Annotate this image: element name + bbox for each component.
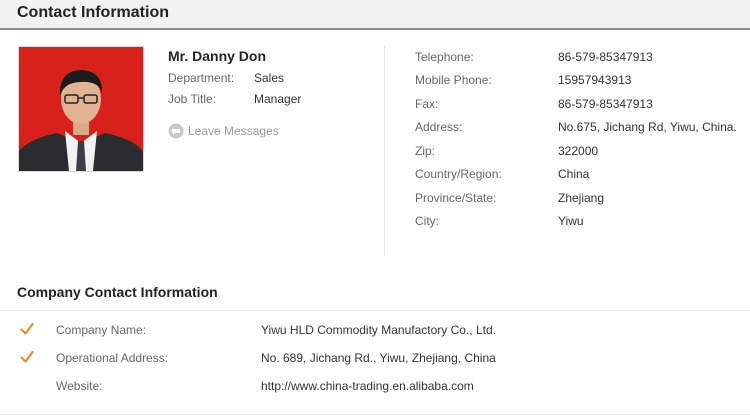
province-state-label: Province/State: — [415, 191, 497, 205]
address-value: No.675, Jichang Rd, Yiwu, China. — [558, 120, 737, 134]
job-title-label: Job Title: — [168, 92, 217, 106]
verified-check-icon — [20, 322, 34, 336]
zip-label: Zip: — [415, 144, 436, 158]
mobile-phone-label: Mobile Phone: — [415, 73, 492, 87]
country-region-label: Country/Region: — [415, 167, 502, 181]
mobile-phone-value: 15957943913 — [558, 73, 632, 87]
country-region-value: China — [558, 167, 590, 181]
column-divider — [384, 46, 385, 256]
message-bubble-icon — [168, 123, 184, 139]
zip-value: 322000 — [558, 144, 599, 158]
leave-messages-label: Leave Messages — [188, 124, 279, 138]
contact-photo — [18, 46, 144, 172]
company-name-value: Yiwu HLD Commodity Manufactory Co., Ltd. — [261, 323, 496, 337]
person-photo-icon — [19, 47, 143, 171]
city-label: City: — [415, 214, 439, 228]
telephone-value: 86-579-85347913 — [558, 50, 653, 64]
job-title-value: Manager — [254, 92, 302, 106]
city-value: Yiwu — [558, 214, 584, 228]
telephone-label: Telephone: — [415, 50, 474, 64]
department-label: Department: — [168, 71, 235, 85]
department-value: Sales — [254, 71, 285, 85]
section-title: Contact Information — [17, 4, 169, 21]
website-label: Website: — [56, 379, 103, 393]
fax-label: Fax: — [415, 97, 439, 111]
operational-address-label: Operational Address: — [56, 351, 169, 365]
fax-value: 86-579-85347913 — [558, 97, 653, 111]
company-section-divider — [0, 310, 750, 311]
bottom-divider — [0, 414, 750, 415]
operational-address-value: No. 689, Jichang Rd., Yiwu, Zhejiang, Ch… — [261, 351, 496, 365]
website-link[interactable]: http://www.china-trading.en.alibaba.com — [261, 379, 474, 393]
province-state-value: Zhejiang — [558, 191, 605, 205]
company-section-title: Company Contact Information — [17, 284, 218, 300]
section-header: Contact Information — [0, 0, 750, 30]
address-label: Address: — [415, 120, 463, 134]
verified-check-icon — [20, 350, 34, 364]
company-name-label: Company Name: — [56, 323, 147, 337]
leave-messages-link[interactable]: Leave Messages — [168, 122, 279, 140]
contact-name: Mr. Danny Don — [168, 48, 267, 64]
